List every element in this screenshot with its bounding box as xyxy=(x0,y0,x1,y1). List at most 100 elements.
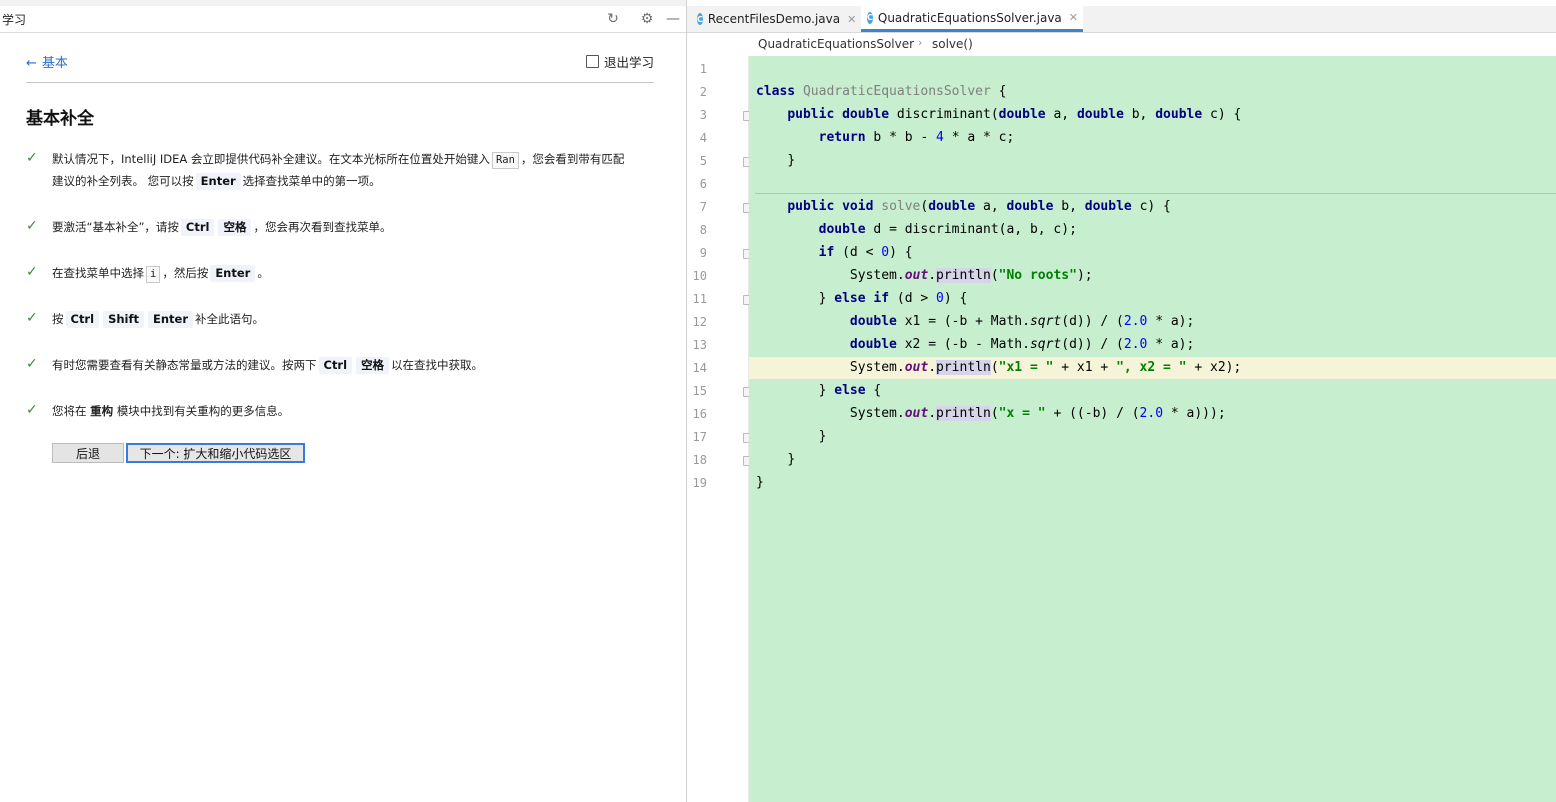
step-text-part: 建议的补全列表。 您可以按 xyxy=(52,174,194,188)
step-text-part: 模块中找到有关重构的更多信息。 xyxy=(116,404,290,418)
keyword: double xyxy=(1076,107,1124,122)
exit-learning-label: 退出学习 xyxy=(603,55,654,70)
keyword: public xyxy=(787,199,835,214)
step-text-part: 您将在 xyxy=(52,404,87,418)
step-text-part: 以在查找中获取。 xyxy=(391,358,484,372)
keyword: return xyxy=(818,130,866,145)
tab-label: RecentFilesDemo.java xyxy=(707,12,841,26)
java-class-icon: C xyxy=(867,11,873,24)
keyword: else xyxy=(834,291,866,306)
code-line: if (d < 0) { xyxy=(756,242,913,264)
line-number: 10 xyxy=(692,269,707,283)
code-text: } xyxy=(756,475,764,490)
close-icon[interactable]: ✕ xyxy=(847,13,856,26)
code-line: class QuadraticEquationsSolver { xyxy=(756,81,1006,103)
line-number: 3 xyxy=(699,108,707,122)
method-call: println xyxy=(936,268,991,283)
step-text: 按 Ctrl Shift Enter 补全此语句。 xyxy=(52,308,656,330)
breadcrumb-method[interactable]: solve() xyxy=(932,37,973,51)
number-literal: 4 xyxy=(936,130,944,145)
line-number: 6 xyxy=(699,177,707,191)
code-text: a, xyxy=(1045,107,1077,122)
step-text-part: ，您会再次看到查找菜单。 xyxy=(253,220,392,234)
checkmark-icon: ✓ xyxy=(26,150,38,166)
lesson-step: ✓ 在查找菜单中选择 i ，然后按 Enter。 xyxy=(26,262,656,284)
number-literal: 0 xyxy=(881,245,890,260)
line-number: 15 xyxy=(692,384,707,398)
breadcrumb-class[interactable]: QuadraticEquationsSolver xyxy=(758,37,914,51)
code-text: ( xyxy=(990,406,999,421)
step-text-part: 默认情况下，IntelliJ IDEA 会立即提供代码补全建议。在文本光标所在位… xyxy=(52,152,490,166)
number-literal: 2.0 xyxy=(1123,314,1148,329)
code-text: } xyxy=(818,383,835,398)
code-text: (d)) / ( xyxy=(1061,337,1124,352)
code-editor: C RecentFilesDemo.java ✕ C QuadraticEqua… xyxy=(687,0,1556,802)
exit-icon xyxy=(585,55,599,68)
static-field: out xyxy=(904,406,929,421)
code-line: System.out.println("x = " + ((-b) / (2.0… xyxy=(756,403,1226,425)
line-number: 7 xyxy=(699,200,707,214)
tab-recent-files-demo[interactable]: C RecentFilesDemo.java ✕ xyxy=(691,6,857,32)
checkmark-icon: ✓ xyxy=(26,310,38,326)
back-button[interactable]: 后退 xyxy=(52,443,124,463)
divider xyxy=(26,82,654,83)
keyword: double xyxy=(1155,107,1203,122)
code-text: . xyxy=(928,268,937,283)
keyword: double xyxy=(849,314,897,329)
method-separator xyxy=(755,193,1556,194)
code-area[interactable]: class QuadraticEquationsSolver { public … xyxy=(749,56,1556,802)
string-literal: "x1 = " xyxy=(998,360,1054,375)
line-number: 8 xyxy=(699,223,707,237)
code-text: x2 = (-b - Math. xyxy=(896,337,1030,352)
restart-icon[interactable]: ↻ xyxy=(603,9,623,29)
code-line: } xyxy=(756,449,795,471)
keyword: double xyxy=(842,107,890,122)
line-number: 18 xyxy=(692,453,707,467)
code-text: * a); xyxy=(1147,337,1195,352)
back-to-module-link[interactable]: ← 基本 xyxy=(26,52,68,71)
code-line: } xyxy=(756,426,827,448)
code-text: { xyxy=(865,383,882,398)
code-text: } xyxy=(818,291,835,306)
line-number: 2 xyxy=(699,85,707,99)
exit-learning-link[interactable]: 退出学习 xyxy=(585,52,654,71)
line-number: 13 xyxy=(692,338,707,352)
back-to-module-label: 基本 xyxy=(41,56,68,71)
code-text: System. xyxy=(849,406,905,421)
step-text-part: ，您会看到带有匹配 xyxy=(520,152,625,166)
code-text: b, xyxy=(1053,199,1085,214)
gear-icon[interactable]: ⚙ xyxy=(637,9,657,29)
key-chip: Enter xyxy=(195,173,241,190)
number-literal: 2.0 xyxy=(1139,406,1164,421)
line-number: 16 xyxy=(692,407,707,421)
tab-quadratic-equations-solver[interactable]: C QuadraticEquationsSolver.java ✕ xyxy=(861,6,1083,32)
code-line: } xyxy=(756,150,795,172)
editor-tabs: C RecentFilesDemo.java ✕ C QuadraticEqua… xyxy=(687,6,1556,33)
code-text: . xyxy=(928,360,937,375)
code-text: d = discriminant(a, b, c); xyxy=(865,222,1077,237)
next-lesson-button[interactable]: 下一个: 扩大和缩小代码选区 xyxy=(126,443,305,463)
code-text: System. xyxy=(849,268,905,283)
checkmark-icon: ✓ xyxy=(26,356,38,372)
minimize-icon[interactable]: — xyxy=(663,9,683,29)
step-text-part: 在查找菜单中选择 xyxy=(52,266,144,280)
code-line: double x1 = (-b + Math.sqrt(d)) / (2.0 *… xyxy=(756,311,1194,333)
learn-panel: 学习 ↻ ⚙ — ← 基本 退出学习 基本补全 ✓ 默认情况下，IntelliJ … xyxy=(0,0,686,802)
code-text: System. xyxy=(849,360,905,375)
step-text-part: 补全此语句。 xyxy=(195,312,264,326)
lesson-step: ✓ 默认情况下，IntelliJ IDEA 会立即提供代码补全建议。在文本光标所… xyxy=(26,148,656,192)
line-number: 5 xyxy=(699,154,707,168)
code-line: public void solve(double a, double b, do… xyxy=(756,196,1171,218)
close-icon[interactable]: ✕ xyxy=(1069,11,1078,24)
method-call: println xyxy=(936,360,991,375)
lesson-step: ✓ 要激活“基本补全”，请按 Ctrl 空格 ，您会再次看到查找菜单。 xyxy=(26,216,656,238)
code-text: * a))); xyxy=(1163,406,1226,421)
line-number: 14 xyxy=(692,361,707,375)
line-number: 11 xyxy=(692,292,707,306)
keyword: if xyxy=(818,245,835,260)
code-line: double x2 = (-b - Math.sqrt(d)) / (2.0 *… xyxy=(756,334,1194,356)
key-chip: Ctrl xyxy=(180,219,215,236)
line-gutter[interactable]: 1 2 3 4 5 6 7 8 9 10 11 12 13 14 15 16 1… xyxy=(687,56,753,802)
code-text: { xyxy=(990,84,1007,99)
keyword: class xyxy=(756,84,796,99)
